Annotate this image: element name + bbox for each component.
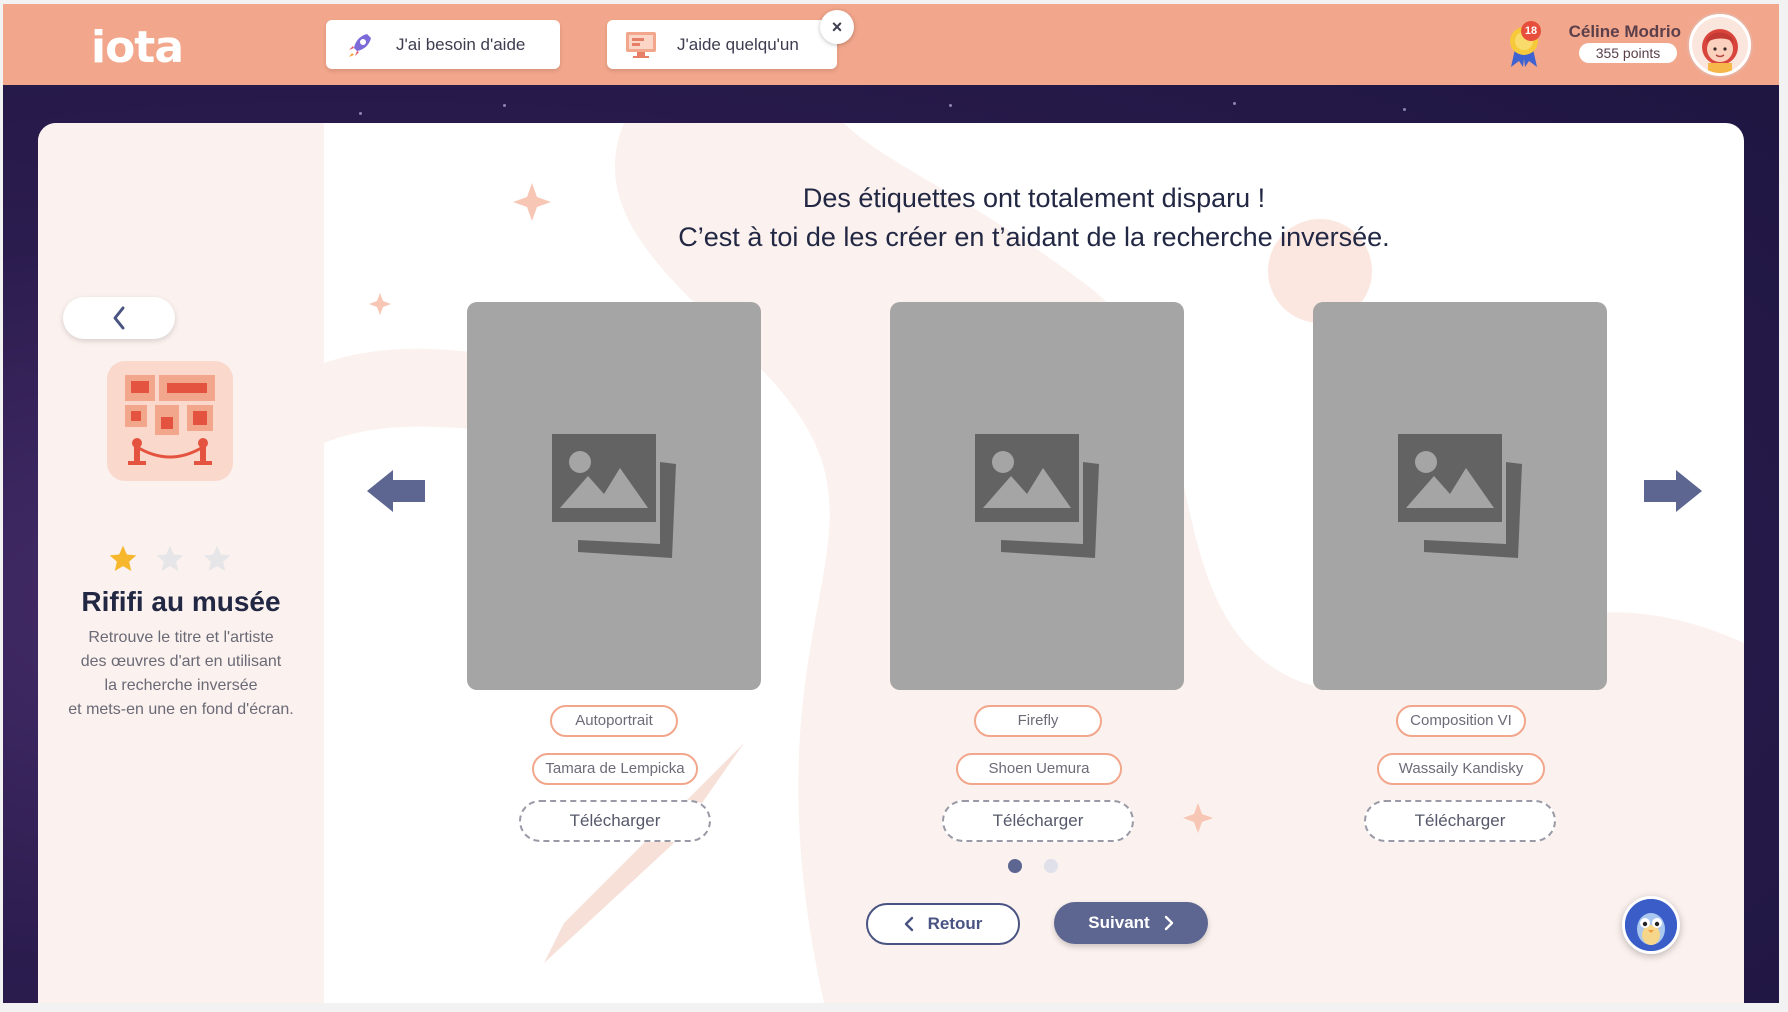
artwork-title-tag[interactable]: Autoportrait xyxy=(550,705,678,737)
helping-someone-label: J'aide quelqu'un xyxy=(677,34,799,54)
description-line: la recherche inversée xyxy=(104,677,258,694)
medal-count-badge: 18 xyxy=(1521,21,1541,41)
activity-sidebar: Rififi au musée Retrouve le titre et l'a… xyxy=(38,123,324,1003)
download-button[interactable]: Télécharger xyxy=(519,800,711,842)
artwork-card xyxy=(467,302,761,690)
artwork-artist-tag[interactable]: Tamara de Lempicka xyxy=(532,753,698,785)
rocket-icon xyxy=(338,30,382,60)
activity-card: Rififi au musée Retrouve le titre et l'a… xyxy=(38,123,1744,1003)
app-window: iota J'ai besoin d'aide J'aide quelqu'un… xyxy=(3,4,1779,1003)
artwork-title-tag[interactable]: Composition VI xyxy=(1396,705,1526,737)
carousel-prev-button[interactable] xyxy=(367,468,427,514)
chevron-left-icon xyxy=(113,306,125,330)
description-line: et mets-en une en fond d'écran. xyxy=(68,701,294,718)
activity-description: Retrouve le titre et l'artiste des œuvre… xyxy=(38,626,324,722)
page-heading: Des étiquettes ont totalement disparu ! … xyxy=(324,179,1744,257)
close-help-button[interactable]: × xyxy=(820,10,854,44)
chevron-left-icon xyxy=(904,916,913,932)
chevron-right-icon xyxy=(1164,915,1173,931)
assistant-mascot-button[interactable] xyxy=(1622,896,1680,954)
arrow-right-icon xyxy=(1644,470,1702,512)
need-help-button[interactable]: J'ai besoin d'aide xyxy=(326,20,560,69)
carousel-pagination xyxy=(1008,859,1058,873)
artwork-card xyxy=(890,302,1184,690)
artwork-card xyxy=(1313,302,1607,690)
activity-title: Rififi au musée xyxy=(81,586,281,617)
image-placeholder-icon xyxy=(1398,434,1522,558)
heading-line-1: Des étiquettes ont totalement disparu ! xyxy=(802,183,1266,213)
back-button[interactable]: Retour xyxy=(866,903,1020,945)
sidebar-back-button[interactable] xyxy=(63,297,175,339)
artwork-image-placeholder[interactable] xyxy=(890,302,1184,690)
artwork-title-tag[interactable]: Firefly xyxy=(974,705,1102,737)
star-empty-icon xyxy=(156,545,184,571)
pagination-dot-active[interactable] xyxy=(1008,859,1022,873)
download-button[interactable]: Télécharger xyxy=(1364,800,1556,842)
user-avatar[interactable] xyxy=(1689,14,1751,76)
pagination-dot[interactable] xyxy=(1044,859,1058,873)
next-button[interactable]: Suivant xyxy=(1054,902,1208,944)
artwork-artist-tag[interactable]: Wassaily Kandisky xyxy=(1377,753,1545,785)
artwork-artist-tag[interactable]: Shoen Uemura xyxy=(956,753,1122,785)
back-button-label: Retour xyxy=(927,914,983,933)
artwork-image-placeholder[interactable] xyxy=(467,302,761,690)
star-filled-icon xyxy=(109,545,137,571)
heading-line-2: C’est à toi de les créer en t’aidant de … xyxy=(678,222,1390,252)
user-points: 355 points xyxy=(1579,43,1677,63)
next-button-label: Suivant xyxy=(1088,913,1150,932)
iota-logo[interactable]: iota xyxy=(91,22,184,73)
museum-activity-icon xyxy=(107,361,233,481)
description-line: Retrouve le titre et l'artiste xyxy=(88,629,274,646)
artwork-image-placeholder[interactable] xyxy=(1313,302,1607,690)
image-placeholder-icon xyxy=(552,434,676,558)
top-bar: iota J'ai besoin d'aide J'aide quelqu'un… xyxy=(3,4,1779,85)
mascot-icon xyxy=(1625,899,1677,951)
need-help-label: J'ai besoin d'aide xyxy=(396,34,526,54)
arrow-left-icon xyxy=(367,470,425,512)
download-button[interactable]: Télécharger xyxy=(942,800,1134,842)
carousel-next-button[interactable] xyxy=(1642,468,1702,514)
monitor-icon xyxy=(619,30,663,60)
image-placeholder-icon xyxy=(975,434,1099,558)
star-empty-icon xyxy=(203,545,231,571)
description-line: des œuvres d'art en utilisant xyxy=(80,653,282,670)
difficulty-rating xyxy=(107,543,233,575)
helping-someone-button[interactable]: J'aide quelqu'un xyxy=(607,20,837,69)
user-name: Céline Modrio xyxy=(1568,22,1681,41)
